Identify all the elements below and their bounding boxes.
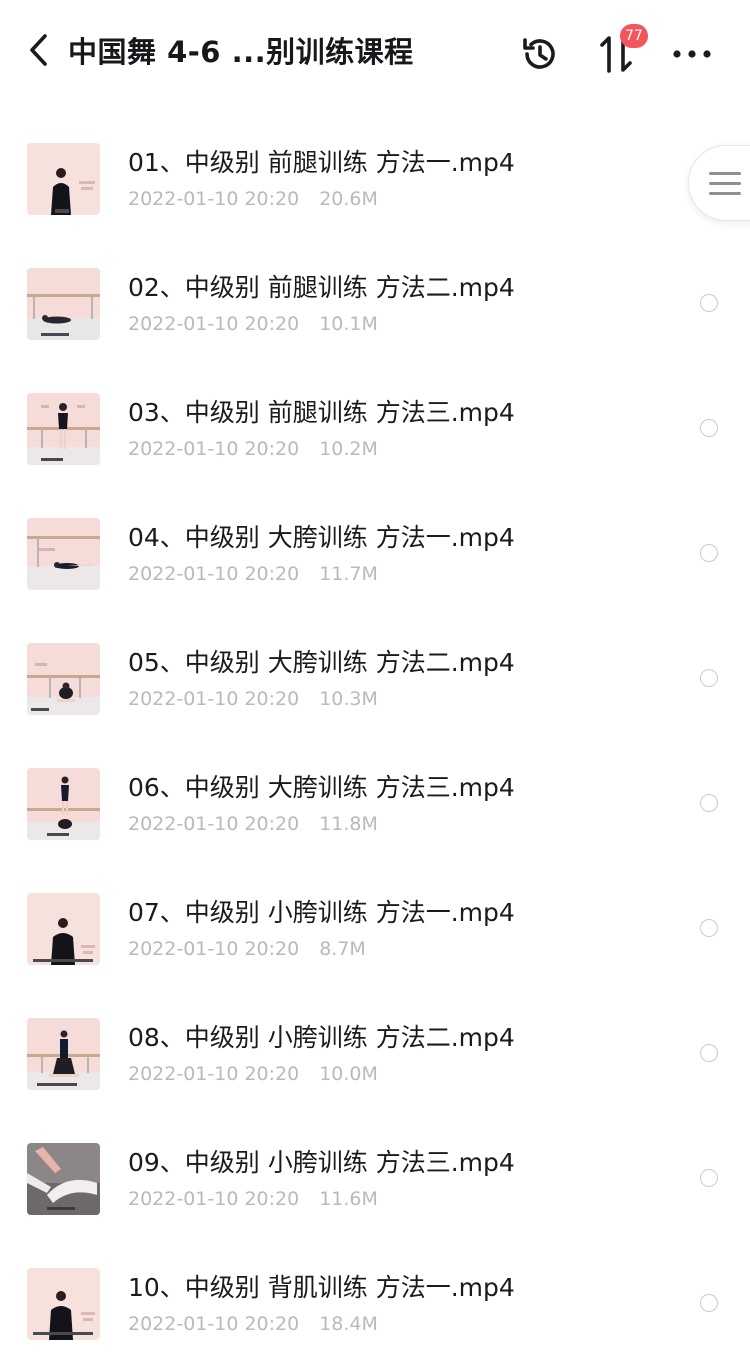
file-meta: 2022-01-10 20:20 10.2M: [128, 435, 378, 463]
video-thumbnail: [27, 393, 100, 465]
file-date: 2022-01-10 20:20: [128, 1188, 300, 1210]
file-name: 10、中级别 背肌训练 方法一.mp4: [128, 1273, 515, 1302]
select-checkbox[interactable]: [700, 1044, 718, 1062]
file-meta: 2022-01-10 20:20 10.0M: [128, 1060, 378, 1088]
file-date: 2022-01-10 20:20: [128, 688, 300, 710]
file-meta: 2022-01-10 20:20 8.7M: [128, 935, 366, 963]
select-checkbox[interactable]: [700, 294, 718, 312]
file-size: 11.8M: [319, 813, 378, 835]
file-name: 06、中级别 大胯训练 方法三.mp4: [128, 773, 515, 802]
file-name: 09、中级别 小胯训练 方法三.mp4: [128, 1148, 515, 1177]
file-name: 05、中级别 大胯训练 方法二.mp4: [128, 648, 515, 677]
file-row-10[interactable]: 10、中级别 背肌训练 方法一.mp4 2022-01-10 20:20 18.4…: [0, 1242, 750, 1367]
select-checkbox[interactable]: [700, 419, 718, 437]
file-meta: 2022-01-10 20:20 11.7M: [128, 560, 378, 588]
video-thumbnail: [27, 893, 100, 965]
file-size: 20.6M: [319, 188, 378, 210]
menu-lines-icon: [709, 172, 741, 195]
file-date: 2022-01-10 20:20: [128, 813, 300, 835]
select-checkbox[interactable]: [700, 669, 718, 687]
video-thumbnail: [27, 143, 100, 215]
file-meta: 2022-01-10 20:20 18.4M: [128, 1310, 378, 1338]
chevron-left-icon: [30, 34, 47, 66]
file-meta: 2022-01-10 20:20 20.6M: [128, 185, 378, 213]
file-size: 10.0M: [319, 1063, 378, 1085]
file-size: 10.1M: [319, 313, 378, 335]
more-button[interactable]: [668, 34, 716, 74]
video-thumbnail: [27, 1018, 100, 1090]
select-checkbox[interactable]: [700, 919, 718, 937]
file-row-09[interactable]: 09、中级别 小胯训练 方法三.mp4 2022-01-10 20:20 11.6…: [0, 1117, 750, 1242]
file-list: 01、中级别 前腿训练 方法一.mp4 2022-01-10 20:20 20.6…: [0, 117, 750, 1367]
file-row-08[interactable]: 08、中级别 小胯训练 方法二.mp4 2022-01-10 20:20 10.0…: [0, 992, 750, 1117]
file-row-07[interactable]: 07、中级别 小胯训练 方法一.mp4 2022-01-10 20:20 8.7M: [0, 867, 750, 992]
file-size: 10.3M: [319, 688, 378, 710]
file-date: 2022-01-10 20:20: [128, 1063, 300, 1085]
file-size: 11.6M: [319, 1188, 378, 1210]
file-name: 04、中级别 大胯训练 方法一.mp4: [128, 523, 515, 552]
file-row-04[interactable]: 04、中级别 大胯训练 方法一.mp4 2022-01-10 20:20 11.7…: [0, 492, 750, 617]
back-button[interactable]: [20, 30, 56, 70]
file-name: 01、中级别 前腿训练 方法一.mp4: [128, 148, 515, 177]
file-meta: 2022-01-10 20:20 11.6M: [128, 1185, 378, 1213]
file-name: 08、中级别 小胯训练 方法二.mp4: [128, 1023, 515, 1052]
file-meta: 2022-01-10 20:20 11.8M: [128, 810, 378, 838]
video-thumbnail: [27, 643, 100, 715]
file-date: 2022-01-10 20:20: [128, 313, 300, 335]
file-date: 2022-01-10 20:20: [128, 563, 300, 585]
file-name: 03、中级别 前腿训练 方法三.mp4: [128, 398, 515, 427]
file-row-05[interactable]: 05、中级别 大胯训练 方法二.mp4 2022-01-10 20:20 10.3…: [0, 617, 750, 742]
file-row-01[interactable]: 01、中级别 前腿训练 方法一.mp4 2022-01-10 20:20 20.6…: [0, 117, 750, 242]
select-checkbox[interactable]: [700, 1169, 718, 1187]
select-checkbox[interactable]: [700, 1294, 718, 1312]
video-thumbnail: [27, 268, 100, 340]
file-size: 10.2M: [319, 438, 378, 460]
file-meta: 2022-01-10 20:20 10.1M: [128, 310, 378, 338]
file-size: 11.7M: [319, 563, 378, 585]
more-dots-icon: [673, 50, 711, 58]
file-date: 2022-01-10 20:20: [128, 1313, 300, 1335]
file-row-03[interactable]: 03、中级别 前腿训练 方法三.mp4 2022-01-10 20:20 10.2…: [0, 367, 750, 492]
sort-count-badge: 77: [620, 24, 648, 48]
video-thumbnail: [27, 768, 100, 840]
file-row-06[interactable]: 06、中级别 大胯训练 方法三.mp4 2022-01-10 20:20 11.8…: [0, 742, 750, 867]
file-name: 07、中级别 小胯训练 方法一.mp4: [128, 898, 515, 927]
file-date: 2022-01-10 20:20: [128, 938, 300, 960]
file-date: 2022-01-10 20:20: [128, 188, 300, 210]
file-date: 2022-01-10 20:20: [128, 438, 300, 460]
select-checkbox[interactable]: [700, 544, 718, 562]
page-title: 中国舞 4-6 ...别训练课程: [68, 35, 414, 69]
file-row-02[interactable]: 02、中级别 前腿训练 方法二.mp4 2022-01-10 20:20 10.1…: [0, 242, 750, 367]
file-size: 18.4M: [319, 1313, 378, 1335]
video-thumbnail: [27, 518, 100, 590]
history-clock-icon: [523, 38, 555, 69]
history-button[interactable]: [518, 32, 562, 76]
file-meta: 2022-01-10 20:20 10.3M: [128, 685, 378, 713]
video-thumbnail: [27, 1143, 100, 1215]
file-name: 02、中级别 前腿训练 方法二.mp4: [128, 273, 515, 302]
top-bar: 中国舞 4-6 ...别训练课程 77: [0, 0, 750, 100]
file-size: 8.7M: [319, 938, 366, 960]
select-checkbox[interactable]: [700, 794, 718, 812]
video-thumbnail: [27, 1268, 100, 1340]
